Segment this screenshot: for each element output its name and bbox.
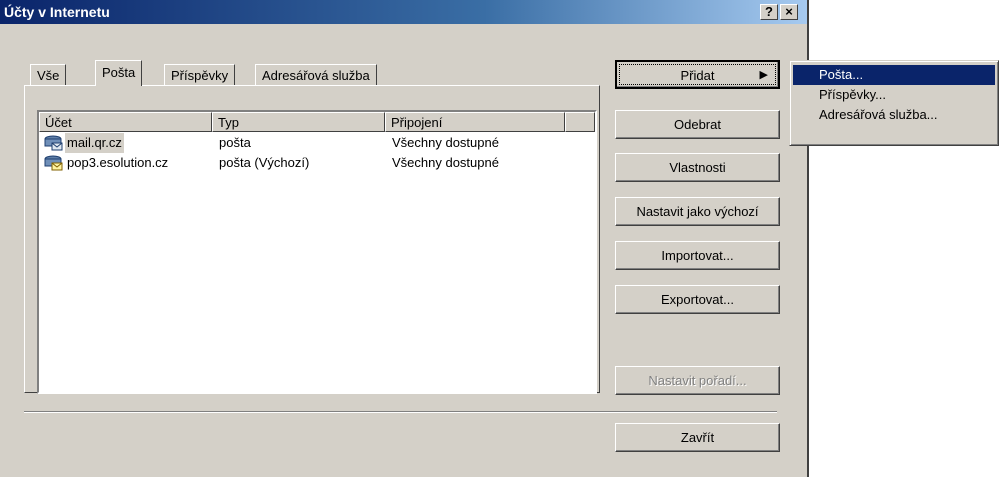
properties-button[interactable]: Vlastnosti (615, 153, 780, 182)
tab-all[interactable]: Vše (30, 64, 67, 86)
account-type: pošta (Výchozí) (219, 155, 310, 170)
internet-accounts-dialog: Účty v Internetu ? × Vše Pošta Příspěvky… (0, 0, 809, 477)
menu-item-news[interactable]: Příspěvky... (793, 85, 995, 105)
title-bar[interactable]: Účty v Internetu ? × (0, 0, 807, 24)
account-connection: Všechny dostupné (392, 155, 499, 170)
mail-server-icon (43, 135, 63, 151)
window-title: Účty v Internetu (4, 4, 110, 20)
menu-item-mail[interactable]: Pošta... (793, 65, 995, 85)
accounts-list[interactable]: Účet Typ Připojení mail.qr.cz pošta Všec… (37, 110, 597, 394)
add-button[interactable]: Přidat ▶ (615, 60, 780, 89)
tab-mail[interactable]: Pošta (95, 60, 143, 86)
help-button[interactable]: ? (760, 4, 778, 20)
column-header-account[interactable]: Účet (39, 112, 212, 132)
account-connection: Všechny dostupné (392, 135, 499, 150)
export-button[interactable]: Exportovat... (615, 285, 780, 314)
tab-directory-service[interactable]: Adresářová služba (255, 64, 377, 86)
tab-news[interactable]: Příspěvky (164, 64, 236, 86)
mail-default-icon (43, 155, 63, 171)
close-button[interactable]: Zavřít (615, 423, 780, 452)
submenu-arrow-icon: ▶ (759, 69, 768, 81)
separator (24, 411, 777, 413)
set-default-button[interactable]: Nastavit jako výchozí (615, 197, 780, 226)
column-header-type[interactable]: Typ (212, 112, 385, 132)
close-window-button[interactable]: × (780, 4, 798, 20)
column-header-filler (565, 112, 595, 132)
menu-item-directory-service[interactable]: Adresářová služba... (793, 105, 995, 125)
account-type: pošta (219, 135, 251, 150)
remove-button[interactable]: Odebrat (615, 110, 780, 139)
table-row[interactable]: pop3.esolution.cz pošta (Výchozí) Všechn… (39, 153, 595, 173)
import-button[interactable]: Importovat... (615, 241, 780, 270)
table-row[interactable]: mail.qr.cz pošta Všechny dostupné (39, 133, 595, 153)
account-name: pop3.esolution.cz (67, 155, 169, 170)
add-submenu: Pošta... Příspěvky... Adresářová služba.… (789, 60, 999, 146)
account-name: mail.qr.cz (65, 133, 124, 153)
column-header-connection[interactable]: Připojení (385, 112, 565, 132)
set-order-button[interactable]: Nastavit pořadí... (615, 366, 780, 395)
